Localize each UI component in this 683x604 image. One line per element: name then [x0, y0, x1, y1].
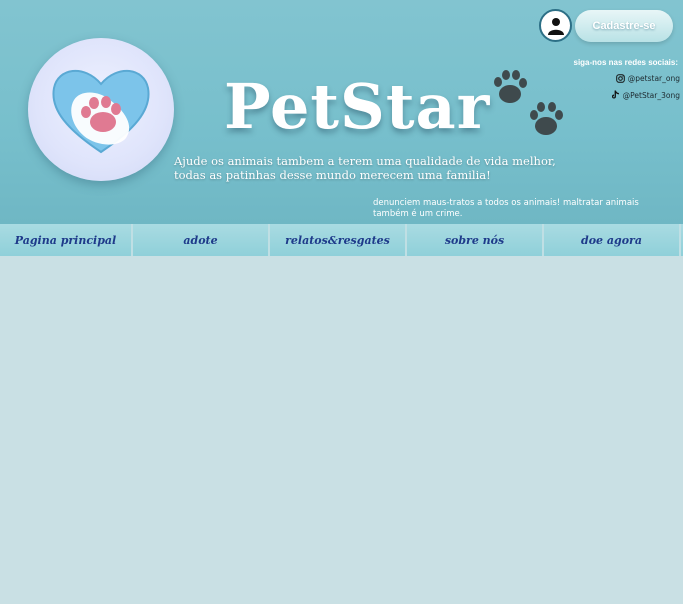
- logo[interactable]: [28, 38, 174, 181]
- instagram-handle: @petstar_ong: [627, 73, 680, 83]
- paw-prints-icon: [494, 70, 563, 135]
- paw-heart-logo-icon: [52, 69, 150, 154]
- tagline-line-1: Ajude os animais tambem a terem uma qual…: [174, 154, 556, 168]
- social-title: siga-nos nas redes sociais:: [573, 58, 679, 67]
- tagline: Ajude os animais tambem a terem uma qual…: [174, 154, 574, 182]
- nav-item-stories-rescues[interactable]: relatos&resgates: [270, 224, 405, 256]
- main-nav: Pagina principal adote relatos&resgates …: [0, 224, 683, 256]
- tiktok-icon: [611, 90, 619, 99]
- nav-item-donate[interactable]: doe agora: [544, 224, 679, 256]
- page-content: [0, 256, 683, 604]
- brand-title: PetStar: [224, 70, 491, 143]
- tiktok-handle: @PetStar_3ong: [622, 90, 680, 100]
- nav-item-adopt[interactable]: adote: [133, 224, 268, 256]
- site-header: PetStar Ajude os animais tambem a terem …: [0, 0, 683, 224]
- account-button[interactable]: [539, 9, 572, 42]
- instagram-link[interactable]: @petstar_ong: [616, 72, 680, 84]
- tiktok-link[interactable]: @PetStar_3ong: [611, 89, 680, 101]
- user-icon: [547, 17, 564, 35]
- tagline-line-2: todas as patinhas desse mundo merecem um…: [174, 168, 491, 182]
- animal-abuse-warning: denunciem maus-tratos a todos os animais…: [373, 198, 639, 219]
- nav-item-home[interactable]: Pagina principal: [0, 224, 131, 256]
- nav-item-about[interactable]: sobre nós: [407, 224, 542, 256]
- signup-button[interactable]: Cadastre-se: [575, 10, 673, 42]
- instagram-icon: [616, 73, 625, 83]
